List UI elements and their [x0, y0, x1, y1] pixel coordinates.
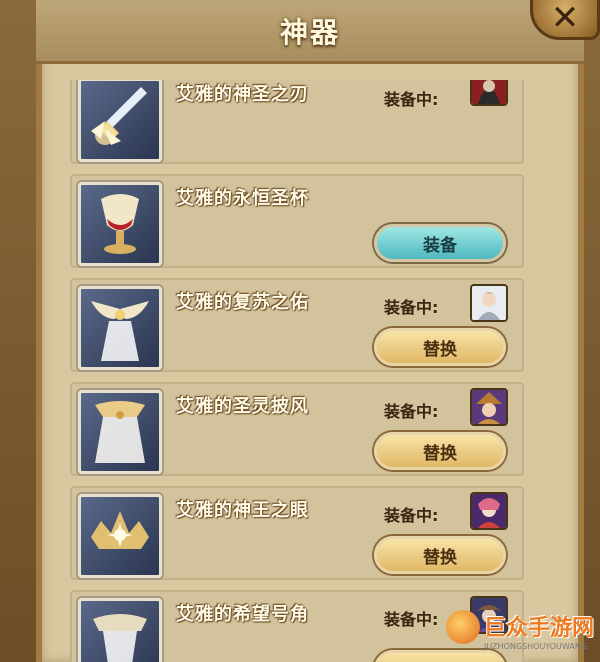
- artifact-name: 艾雅的希望号角: [176, 604, 309, 625]
- equipped-label: 装备中:: [384, 610, 439, 629]
- equipped-label: 装备中:: [384, 298, 439, 317]
- cloak-icon: [78, 390, 162, 474]
- artifact-name: 艾雅的神圣之刃: [176, 84, 309, 105]
- close-icon: ✕: [550, 0, 580, 38]
- swap-button[interactable]: 替换: [374, 536, 506, 574]
- artifact-name: 艾雅的神王之眼: [176, 500, 309, 521]
- hat-hero-avatar[interactable]: [470, 388, 508, 426]
- equipped-label: 装备中:: [384, 90, 439, 109]
- pink-hero-avatar[interactable]: [470, 492, 508, 530]
- artifact-row[interactable]: 艾雅的复苏之佑 装备中: 替换: [70, 278, 524, 372]
- artifact-row[interactable]: 艾雅的永恒圣杯 装备: [70, 174, 524, 268]
- silver-hero-avatar[interactable]: [470, 284, 508, 322]
- equip-button[interactable]: 装备: [374, 224, 506, 262]
- chalice-icon: [78, 182, 162, 266]
- title-bar: 神器: [36, 0, 584, 64]
- watermark-subtitle: JUZHONGSHOUYOUWANG: [484, 642, 588, 651]
- horn-icon: [78, 598, 162, 662]
- equipped-label: 装备中:: [384, 506, 439, 525]
- hooded-hero-avatar[interactable]: [470, 80, 508, 106]
- swap-button[interactable]: 替换: [374, 432, 506, 470]
- artifact-name: 艾雅的圣灵披风: [176, 396, 309, 417]
- artifact-name: 艾雅的复苏之佑: [176, 292, 309, 313]
- sword-icon: [78, 80, 162, 162]
- artifact-row[interactable]: 艾雅的神圣之刃 装备中:: [70, 80, 524, 164]
- artifact-list[interactable]: 艾雅的神圣之刃 装备中: 艾雅的永恒圣杯 装备 艾雅的复苏之佑 装备中: 替换 …: [70, 80, 524, 662]
- window-title: 神器: [279, 15, 340, 49]
- winged-relic-icon: [78, 286, 162, 370]
- watermark-logo-icon: [446, 610, 480, 644]
- artifact-row[interactable]: 艾雅的圣灵披风 装备中: 替换: [70, 382, 524, 476]
- swap-button[interactable]: 替换: [374, 328, 506, 366]
- equipped-label: 装备中:: [384, 402, 439, 421]
- artifact-row[interactable]: 艾雅的神王之眼 装备中: 替换: [70, 486, 524, 580]
- watermark-title: 巨众手游网: [484, 616, 595, 641]
- artifact-name: 艾雅的永恒圣杯: [176, 188, 309, 209]
- site-watermark: 巨众手游网 JUZHONGSHOUYOUWANG: [446, 604, 596, 658]
- crown-eye-icon: [78, 494, 162, 578]
